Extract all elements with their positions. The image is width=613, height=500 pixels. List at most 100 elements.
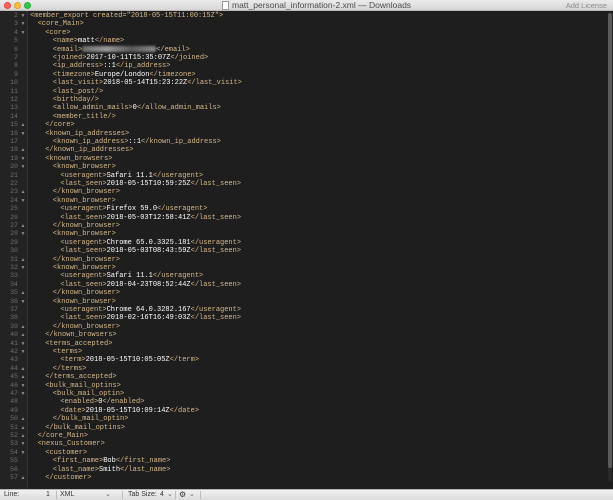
vertical-scrollbar[interactable] (608, 13, 612, 481)
code-line[interactable]: 3 ▼ <core_Main> (0, 20, 600, 28)
code-line[interactable]: 5 <name>matt</name> (0, 37, 600, 45)
xml-tag: </known_ip_addresses> (45, 146, 134, 155)
code-line[interactable]: 37 <useragent>Chrome 64.0.3282.167</usera… (0, 306, 600, 314)
fold-end-icon[interactable]: ▲ (19, 323, 27, 331)
code-line[interactable]: 45 ▲ </terms_accepted> (0, 373, 600, 381)
fold-collapse-icon[interactable]: ▼ (19, 440, 27, 448)
fold-collapse-icon[interactable]: ▼ (19, 298, 27, 306)
code-line[interactable]: 26 <last_seen>2018-05-03T12:58:41Z</last_… (0, 214, 600, 222)
fold-end-icon[interactable]: ▲ (19, 188, 27, 196)
gear-icon[interactable]: ⚙ (179, 490, 186, 500)
fold-end-icon[interactable]: ▲ (19, 424, 27, 432)
fold-end-icon[interactable]: ▲ (19, 289, 27, 297)
fold-end-icon[interactable]: ▲ (19, 222, 27, 230)
code-line[interactable]: 6 <email> </email> (0, 46, 600, 54)
fold-end-icon[interactable]: ▲ (19, 373, 27, 381)
code-line[interactable]: 20 ▼ <known_browser> (0, 163, 600, 171)
code-line[interactable]: 44 ▲ </terms> (0, 365, 600, 373)
fold-end-icon[interactable]: ▲ (19, 415, 27, 423)
fold-end-icon[interactable]: ▲ (19, 146, 27, 154)
code-line[interactable]: 55 <first_name>Bob</first_name> (0, 457, 600, 465)
fold-end-icon[interactable]: ▲ (19, 365, 27, 373)
fold-collapse-icon[interactable]: ▼ (19, 20, 27, 28)
fold-collapse-icon[interactable]: ▼ (19, 390, 27, 398)
fold-end-icon[interactable]: ▲ (19, 256, 27, 264)
code-line[interactable]: 30 <last_seen>2018-05-03T08:43:59Z</last_… (0, 247, 600, 255)
xml-closing-tag: </last_visit> (187, 79, 242, 88)
line-number: 23 (10, 188, 18, 196)
code-line[interactable]: 53 ▼ <nexus_Customer> (0, 440, 600, 448)
code-line[interactable]: 4 ▼ <core> (0, 29, 600, 37)
code-line[interactable]: 18 ▲ </known_ip_addresses> (0, 146, 600, 154)
fold-collapse-icon[interactable]: ▼ (19, 29, 27, 37)
code-line[interactable]: 39 ▲ </known_browser> (0, 323, 600, 331)
code-line[interactable]: 8 <ip_address>::1</ip_address> (0, 62, 600, 70)
code-editor[interactable]: 2 ▼ <member_export created="2018-05-15T11:… (0, 11, 613, 489)
code-line[interactable]: 52 ▲ </core_Main> (0, 432, 600, 440)
code-line[interactable]: 2 ▼ <member_export created="2018-05-15T11:… (0, 12, 600, 20)
code-line[interactable]: 50 ▲ </bulk_mail_optin> (0, 415, 600, 423)
fold-collapse-icon[interactable]: ▼ (19, 264, 27, 272)
code-line[interactable]: 28 ▼ <known_browser> (0, 230, 600, 238)
code-line[interactable]: 54 ▼ <customer> (0, 449, 600, 457)
code-line[interactable]: 36 ▼ <known_browser> (0, 298, 600, 306)
fold-end-icon[interactable]: ▲ (19, 331, 27, 339)
code-line[interactable]: 32 ▼ <known_browser> (0, 264, 600, 272)
close-window-button[interactable] (4, 2, 11, 9)
code-line[interactable]: 21 <useragent>Safari 11.1</useragent> (0, 172, 600, 180)
code-line[interactable]: 51 ▲ </bulk_mail_optins> (0, 424, 600, 432)
zoom-window-button[interactable] (24, 2, 31, 9)
fold-collapse-icon[interactable]: ▼ (19, 12, 27, 20)
fold-collapse-icon[interactable]: ▼ (19, 197, 27, 205)
code-line[interactable]: 56 <last_name>Smith</last_name> (0, 466, 600, 474)
fold-end-icon[interactable]: ▲ (19, 474, 27, 482)
fold-collapse-icon[interactable]: ▼ (19, 163, 27, 171)
code-line[interactable]: 38 <last_seen>2018-02-16T16:49:03Z</last_… (0, 314, 600, 322)
fold-collapse-icon[interactable]: ▼ (19, 155, 27, 163)
code-line[interactable]: 46 ▼ <bulk_mail_optins> (0, 382, 600, 390)
code-line[interactable]: 12 <birthday/> (0, 96, 600, 104)
code-line[interactable]: 7 <joined>2017-10-11T15:35:07Z</joined> (0, 54, 600, 62)
code-line[interactable]: 14 <member_title/> (0, 113, 600, 121)
code-line[interactable]: 24 ▼ <known_browser> (0, 197, 600, 205)
code-line[interactable]: 34 <last_seen>2018-04-23T08:52:44Z</last_… (0, 281, 600, 289)
code-line[interactable]: 43 <term>2018-05-15T10:05:05Z</term> (0, 356, 600, 364)
code-line[interactable]: 40 ▲ </known_browsers> (0, 331, 600, 339)
code-line[interactable]: 22 <last_seen>2018-05-15T10:59:25Z</last_… (0, 180, 600, 188)
add-license-button[interactable]: Add License (566, 0, 607, 11)
code-line[interactable]: 23 ▲ </known_browser> (0, 188, 600, 196)
code-line[interactable]: 33 <useragent>Safari 11.1</useragent> (0, 272, 600, 280)
fold-collapse-icon[interactable]: ▼ (19, 340, 27, 348)
fold-collapse-icon[interactable]: ▼ (19, 449, 27, 457)
code-line[interactable]: 9 <timezone>Europe/London</timezone> (0, 71, 600, 79)
code-line[interactable]: 19 ▼ <known_browsers> (0, 155, 600, 163)
tab-size-selector[interactable]: 4 (160, 490, 164, 500)
code-line[interactable]: 15 ▲ </core> (0, 121, 600, 129)
code-line[interactable]: 27 ▲ </known_browser> (0, 222, 600, 230)
code-line[interactable]: 48 <enabled>0</enabled> (0, 398, 600, 406)
code-line[interactable]: 10 <last_visit>2018-05-14T15:23:22Z</last… (0, 79, 600, 87)
code-line[interactable]: 29 <useragent>Chrome 65.0.3325.181</usera… (0, 239, 600, 247)
scrollbar-thumb[interactable] (608, 13, 612, 468)
code-line[interactable]: 31 ▲ </known_browser> (0, 256, 600, 264)
line-number-field[interactable]: 1 (46, 490, 50, 500)
code-line[interactable]: 16 ▼ <known_ip_addresses> (0, 130, 600, 138)
code-line[interactable]: 11 <last_post/> (0, 88, 600, 96)
code-line[interactable]: 42 ▼ <terms> (0, 348, 600, 356)
code-line[interactable]: 13 <allow_admin_mails>0</allow_admin_mail… (0, 104, 600, 112)
code-line[interactable]: 35 ▲ </known_browser> (0, 289, 600, 297)
code-line[interactable]: 49 <date>2018-05-15T10:09:14Z</date> (0, 407, 600, 415)
code-line[interactable]: 17 <known_ip_address>::1</known_ip_addres… (0, 138, 600, 146)
minimize-window-button[interactable] (14, 2, 21, 9)
fold-end-icon[interactable]: ▲ (19, 432, 27, 440)
code-line[interactable]: 57 ▲ </customer> (0, 474, 600, 482)
fold-collapse-icon[interactable]: ▼ (19, 382, 27, 390)
code-line[interactable]: 41 ▼ <terms_accepted> (0, 340, 600, 348)
fold-collapse-icon[interactable]: ▼ (19, 230, 27, 238)
fold-collapse-icon[interactable]: ▼ (19, 130, 27, 138)
syntax-mode-selector[interactable]: XML (60, 490, 74, 500)
fold-end-icon[interactable]: ▲ (19, 121, 27, 129)
code-line[interactable]: 47 ▼ <bulk_mail_optin> (0, 390, 600, 398)
fold-collapse-icon[interactable]: ▼ (19, 348, 27, 356)
code-line[interactable]: 25 <useragent>Firefox 59.0</useragent> (0, 205, 600, 213)
